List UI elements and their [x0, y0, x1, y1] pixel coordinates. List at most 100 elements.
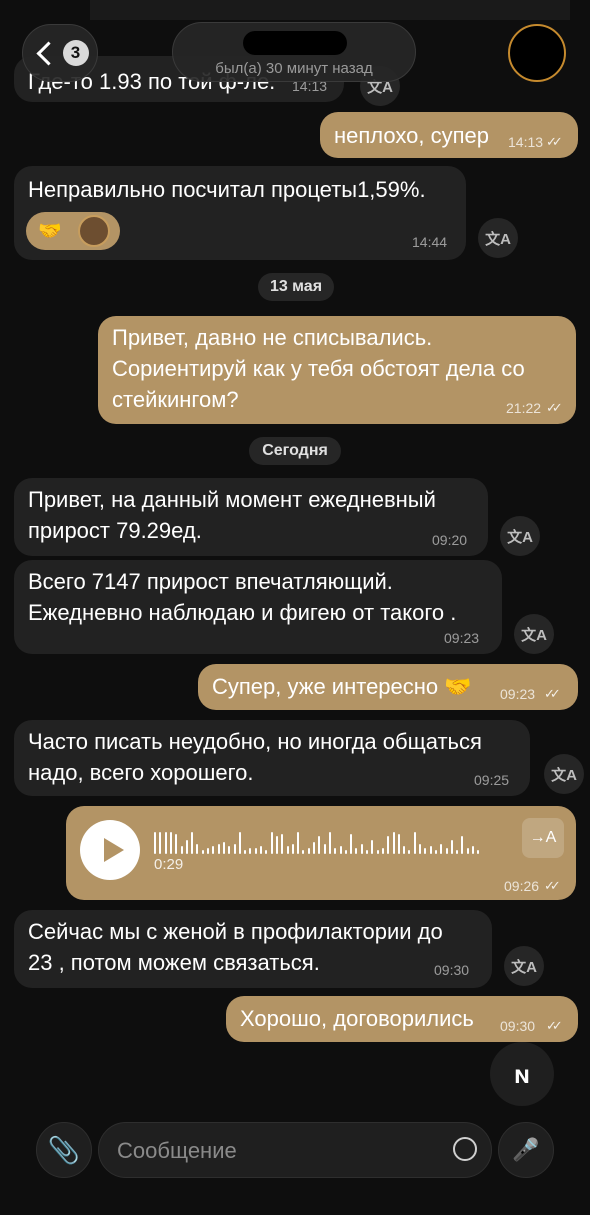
message-text-line: Сориентируй как у тебя обстоят дела со [112, 356, 525, 381]
waveform-bar [397, 834, 400, 854]
waveform-bar [238, 832, 241, 854]
contact-name-redacted [243, 31, 347, 55]
waveform-bar [434, 850, 437, 854]
translate-button[interactable]: 文A [478, 218, 518, 258]
waveform-bar [159, 832, 162, 854]
message-time: 09:30 [500, 1018, 536, 1034]
waveform-bar [477, 850, 480, 854]
message-text: Неправильно посчитал процеты1,59%. [28, 177, 426, 202]
message-text-line: Всего 7147 прирост впечатляющий. [28, 569, 393, 594]
voice-duration: 0:29 [154, 856, 184, 873]
message-text: неплохо, супер [334, 123, 489, 148]
message-time: 09:26 [504, 878, 540, 894]
waveform-bar [154, 832, 156, 854]
waveform-bar [207, 848, 209, 854]
contact-status: был(а) 30 минут назад [215, 60, 373, 77]
waveform-bar [424, 848, 427, 854]
waveform-bar [392, 832, 395, 854]
waveform-bar [334, 848, 337, 854]
waveform-bar [371, 840, 374, 854]
voice-message[interactable]: 0:29 →A 09:26 ✓✓ [66, 806, 576, 900]
message-text-line: стейкингом? [112, 387, 239, 412]
waveform-bar [249, 848, 252, 854]
read-receipt-icon: ✓✓ [546, 400, 563, 415]
message-incoming[interactable]: Всего 7147 прирост впечатляющий. Ежеднев… [14, 560, 502, 654]
unread-count-badge: 3 [62, 40, 89, 66]
read-receipt-icon: ✓✓ [546, 134, 563, 149]
waveform-bar [408, 850, 411, 854]
translate-button[interactable]: 文A [544, 754, 584, 794]
message-input[interactable] [115, 1123, 439, 1179]
waveform-bar [185, 840, 188, 854]
waveform-bar [307, 848, 310, 854]
waveform-bar [270, 832, 273, 854]
waveform-bar [164, 832, 167, 854]
waveform-bar [217, 844, 220, 854]
waveform-bar [413, 832, 416, 854]
message-time: 14:44 [412, 234, 448, 250]
translate-button[interactable]: 文A [504, 946, 544, 986]
message-incoming[interactable]: Привет, на данный момент ежедневный прир… [14, 478, 488, 556]
message-outgoing[interactable]: Привет, давно не списывались. Сориентиру… [98, 316, 576, 424]
message-incoming[interactable]: Часто писать неудобно, но иногда общатьс… [14, 720, 530, 796]
message-outgoing[interactable]: неплохо, супер 14:13 ✓✓ [320, 112, 578, 158]
microphone-button[interactable]: 🎤 [498, 1122, 554, 1178]
microphone-icon: 🎤 [512, 1137, 540, 1162]
waveform-bar [180, 846, 183, 854]
translate-button[interactable]: 文A [514, 614, 554, 654]
sticker-icon[interactable] [453, 1137, 477, 1161]
waveform-bar [254, 848, 257, 854]
message-input-container[interactable] [98, 1122, 492, 1179]
chat-title-pill[interactable]: был(а) 30 минут назад [172, 22, 416, 82]
message-incoming[interactable]: Сейчас мы с женой в профилактории до 23 … [14, 910, 492, 988]
waveform-bar [429, 846, 432, 854]
waveform-bar [191, 832, 194, 854]
waveform-bar [265, 850, 268, 854]
waveform-bar [440, 844, 443, 854]
floating-action-button[interactable]: ɴ [490, 1042, 554, 1106]
waveform-bar [466, 848, 469, 854]
message-text-line: 23 , потом можем связаться. [28, 950, 320, 975]
read-receipt-icon: ✓✓ [544, 686, 561, 701]
app-logo-icon: ɴ [514, 1058, 530, 1089]
message-time: 09:23 [500, 686, 536, 702]
message-text-line: Часто писать неудобно, но иногда общатьс… [28, 729, 482, 754]
play-icon [104, 838, 124, 862]
waveform-bar [313, 842, 315, 854]
waveform-bar [323, 844, 326, 854]
translate-button[interactable]: 文A [500, 516, 540, 556]
avatar[interactable] [508, 24, 566, 82]
read-receipt-icon: ✓✓ [546, 1018, 563, 1033]
waveform-bar [350, 834, 353, 854]
message-outgoing[interactable]: Супер, уже интересно 🤝 09:23 ✓✓ [198, 664, 578, 710]
previous-pinned-strip [90, 0, 570, 20]
reactor-avatar [78, 215, 110, 247]
waveform-bar [381, 848, 384, 854]
message-time: 09:23 [444, 630, 480, 646]
waveform-bar [175, 834, 178, 854]
back-button[interactable]: 3 [22, 24, 98, 82]
voice-waveform[interactable] [154, 828, 494, 854]
message-outgoing[interactable]: Хорошо, договорились 09:30 ✓✓ [226, 996, 578, 1042]
transcribe-button[interactable]: →A [522, 818, 564, 858]
waveform-bar [366, 850, 368, 854]
play-button[interactable] [80, 820, 140, 880]
waveform-bar [419, 844, 421, 854]
attach-button[interactable]: 📎 [36, 1122, 92, 1178]
message-text-line: Ежедневно наблюдаю и фигею от такого . [28, 600, 457, 625]
waveform-bar [281, 834, 284, 854]
waveform-bar [222, 842, 225, 854]
waveform-bar [318, 836, 321, 854]
reaction-chip[interactable]: 🤝 [26, 212, 120, 250]
waveform-bar [302, 850, 305, 854]
waveform-bar [286, 846, 289, 854]
message-text-line: прирост 79.29ед. [28, 518, 202, 543]
message-time: 09:30 [434, 962, 470, 978]
waveform-bar [260, 846, 262, 854]
waveform-bar [201, 850, 204, 854]
waveform-bar [461, 836, 464, 854]
read-receipt-icon: ✓✓ [544, 878, 561, 893]
waveform-bar [228, 846, 231, 854]
waveform-bar [450, 840, 453, 854]
waveform-bar [244, 850, 247, 854]
